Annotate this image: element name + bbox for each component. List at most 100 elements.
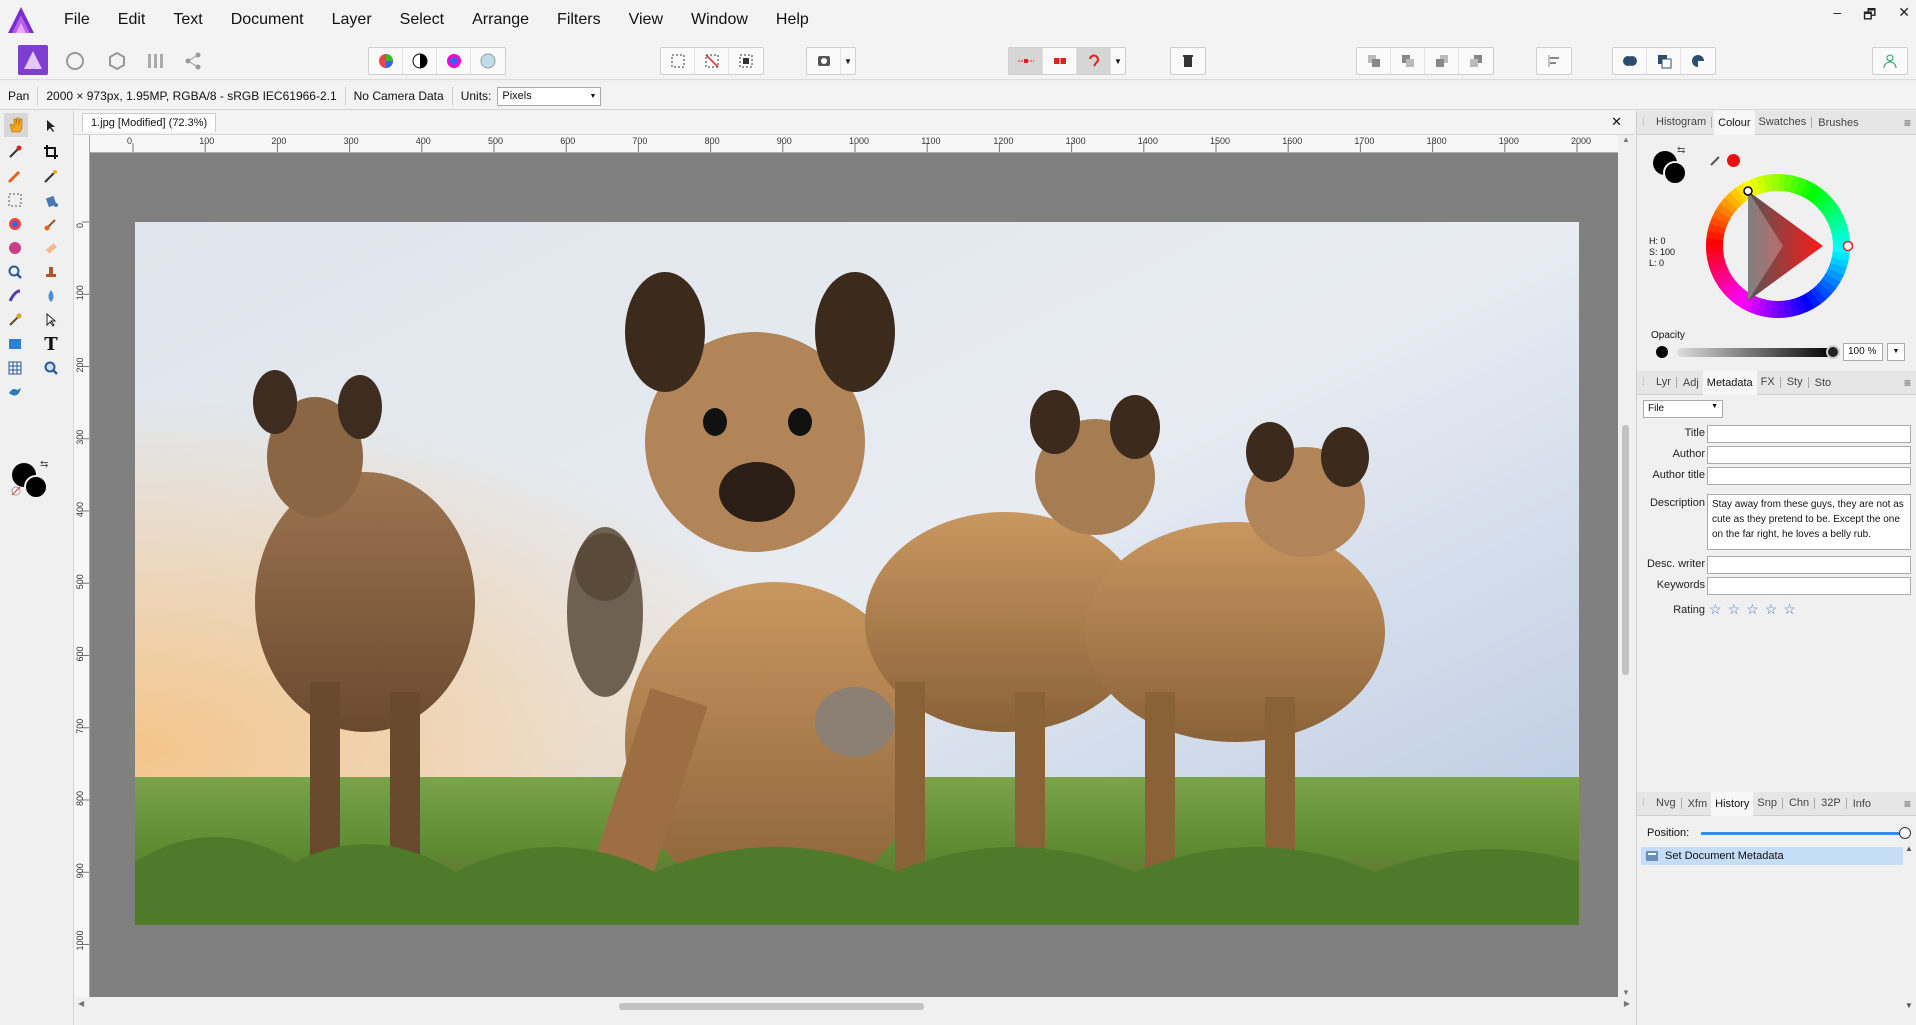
menu-document[interactable]: Document (217, 0, 318, 40)
zoom-tool[interactable] (4, 261, 26, 283)
metadata-category-select[interactable]: File ▼ (1643, 400, 1723, 418)
delete-button[interactable] (1171, 48, 1205, 74)
close-document-icon[interactable]: ✕ (1611, 114, 1622, 130)
panel-menu-icon[interactable]: ≡ (1904, 797, 1911, 811)
minimize-button[interactable]: – (1833, 4, 1841, 28)
blur-brush-tool[interactable] (40, 285, 62, 307)
vertical-scrollbar[interactable]: ▲ ▼ (1618, 135, 1634, 997)
add-shape-button[interactable] (1613, 48, 1647, 74)
history-position-slider[interactable] (1701, 827, 1911, 839)
clone-brush-tool[interactable] (40, 261, 62, 283)
snapping-button[interactable] (1009, 48, 1043, 74)
erase-brush-tool[interactable] (40, 237, 62, 259)
panel-menu-icon[interactable]: ≡ (1904, 376, 1911, 390)
invert-selection-button[interactable] (729, 48, 763, 74)
intersect-shape-button[interactable] (1681, 48, 1715, 74)
author-field[interactable] (1707, 446, 1911, 464)
rating-star[interactable]: ☆ (1765, 601, 1778, 618)
view-tool[interactable] (4, 113, 28, 137)
marquee-select-button[interactable] (661, 48, 695, 74)
move-to-front-button[interactable] (1459, 48, 1493, 74)
description-field[interactable]: Stay away from these guys, they are not … (1707, 494, 1911, 550)
tab-info[interactable]: Info (1849, 792, 1875, 816)
tab-32bit-preview[interactable]: 32P (1817, 798, 1847, 809)
menu-text[interactable]: Text (159, 0, 216, 40)
tab-layers[interactable]: Lyr (1652, 377, 1677, 388)
history-entry[interactable]: Set Document Metadata (1641, 847, 1903, 865)
opacity-slider[interactable] (1677, 345, 1840, 359)
tab-colour[interactable]: Colour (1714, 110, 1755, 135)
document-tab[interactable]: 1.jpg [Modified] (72.3%) (82, 113, 217, 132)
marquee-tool[interactable] (4, 189, 26, 211)
crop-tool[interactable] (40, 141, 62, 163)
panel-menu-icon[interactable]: ≡ (1904, 116, 1911, 130)
quick-mask-button[interactable] (807, 48, 841, 74)
dodge-brush-tool[interactable] (4, 309, 26, 331)
history-slider-handle[interactable] (1899, 827, 1911, 839)
tab-swatches[interactable]: Swatches (1755, 117, 1813, 128)
deselect-button[interactable] (695, 48, 729, 74)
healing-brush-tool[interactable] (4, 237, 26, 259)
no-colour-icon[interactable] (10, 485, 22, 497)
vertical-scroll-thumb[interactable] (1622, 425, 1629, 675)
scroll-down-icon[interactable]: ▼ (1622, 988, 1630, 997)
force-pixel-alignment-button[interactable] (1043, 48, 1077, 74)
tab-brushes[interactable]: Brushes (1814, 111, 1862, 135)
units-select[interactable]: Pixels ▼ (497, 86, 602, 106)
white-balance-button[interactable] (471, 48, 505, 74)
tab-transform[interactable]: Xfm (1684, 792, 1712, 816)
close-window-button[interactable]: ✕ (1898, 4, 1910, 28)
swap-colours-icon[interactable]: ⇆ (1677, 145, 1685, 156)
tab-styles[interactable]: Sty (1783, 377, 1809, 388)
colour-wheel[interactable] (1703, 171, 1853, 321)
tab-histogram[interactable]: Histogram (1652, 117, 1713, 128)
opacity-slider-handle[interactable] (1826, 345, 1840, 359)
move-tool[interactable] (40, 115, 62, 137)
colour-replacement-tool[interactable] (4, 213, 26, 235)
canvas[interactable] (90, 153, 1618, 997)
menu-edit[interactable]: Edit (104, 0, 160, 40)
export-persona-button[interactable] (180, 49, 206, 73)
swap-colours-icon[interactable]: ⇆ (40, 459, 48, 470)
secondary-colour[interactable] (24, 475, 48, 499)
red-eye-tool[interactable] (4, 381, 26, 403)
photo-persona-button[interactable] (18, 45, 48, 75)
colour-picker-tool[interactable] (4, 141, 26, 163)
contrast-button[interactable] (403, 48, 437, 74)
tab-snapshots[interactable]: Snp (1753, 798, 1783, 809)
move-back-one-button[interactable] (1391, 48, 1425, 74)
account-button[interactable] (1873, 48, 1907, 74)
tab-fx[interactable]: FX (1757, 377, 1781, 388)
align-button[interactable] (1537, 48, 1571, 74)
move-forward-one-button[interactable] (1425, 48, 1459, 74)
assistant-button[interactable] (1077, 48, 1111, 74)
levels-button[interactable] (369, 48, 403, 74)
node-tool[interactable] (40, 309, 62, 331)
tab-channels[interactable]: Chn (1785, 798, 1816, 809)
paint-brush-tool[interactable] (40, 213, 62, 235)
menu-select[interactable]: Select (386, 0, 458, 40)
title-field[interactable] (1707, 425, 1911, 443)
rectangle-tool[interactable] (4, 333, 26, 355)
keywords-field[interactable] (1707, 577, 1911, 595)
opacity-input[interactable]: 100 % (1843, 343, 1883, 361)
desc-writer-field[interactable] (1707, 556, 1911, 574)
smudge-brush-tool[interactable] (4, 285, 26, 307)
picked-colour-swatch[interactable] (1727, 154, 1740, 167)
zoom-view-tool[interactable] (40, 357, 62, 379)
menu-help[interactable]: Help (762, 0, 823, 40)
tab-navigator[interactable]: Nvg (1652, 798, 1682, 809)
tab-stock[interactable]: Sto (1811, 371, 1836, 395)
colour-balance-button[interactable] (437, 48, 471, 74)
mesh-warp-tool[interactable] (4, 357, 26, 379)
menu-arrange[interactable]: Arrange (458, 0, 543, 40)
colour-picker-icon[interactable] (1709, 153, 1723, 170)
tab-metadata[interactable]: Metadata (1702, 370, 1757, 395)
colour-triangle-handle[interactable] (1743, 186, 1753, 196)
menu-view[interactable]: View (615, 0, 677, 40)
horizontal-scroll-thumb[interactable] (619, 1003, 924, 1010)
assistant-dropdown[interactable]: ▼ (1111, 48, 1125, 74)
scroll-up-icon[interactable]: ▲ (1622, 135, 1630, 144)
selection-brush-tool[interactable] (4, 165, 26, 187)
tone-mapping-persona-button[interactable] (142, 49, 168, 73)
